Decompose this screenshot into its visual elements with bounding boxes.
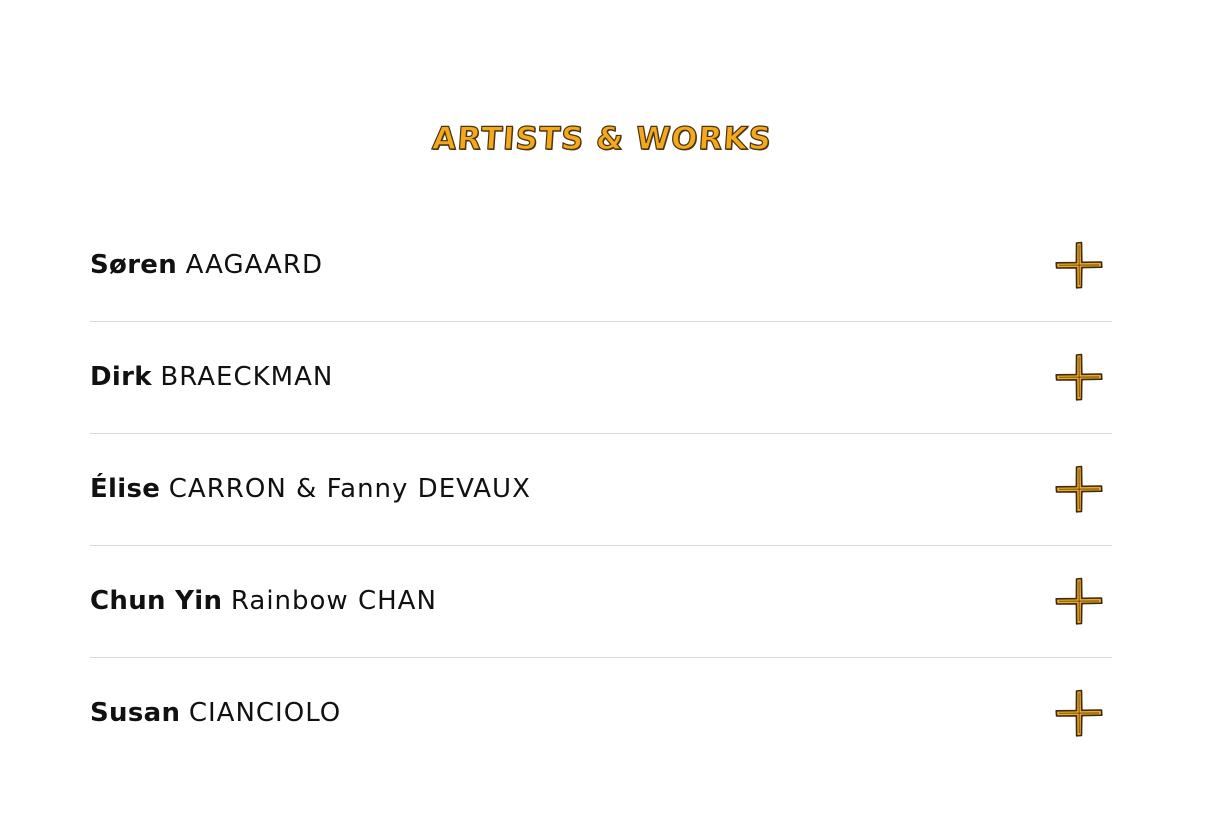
artist-accordion-item[interactable]: Susan CIANCIOLO: [90, 658, 1112, 769]
page: ARTISTS & WORKS Søren AAGAARD Dirk BRAEC…: [0, 0, 1218, 834]
artist-last-name: CIANCIOLO: [188, 698, 342, 728]
artist-name: Élise CARRON & Fanny DEVAUX: [90, 474, 531, 504]
artist-name: Dirk BRAECKMAN: [90, 362, 333, 392]
plus-icon[interactable]: [1054, 352, 1104, 402]
artist-first-name: Søren: [90, 250, 178, 280]
plus-icon[interactable]: [1054, 464, 1104, 514]
artist-accordion-item[interactable]: Søren AAGAARD: [90, 210, 1112, 322]
artist-accordion-item[interactable]: Élise CARRON & Fanny DEVAUX: [90, 434, 1112, 546]
artist-accordion-item[interactable]: Chun Yin Rainbow CHAN: [90, 546, 1112, 658]
artist-last-name: AAGAARD: [185, 250, 324, 280]
artist-first-name: Dirk: [90, 362, 152, 392]
plus-icon[interactable]: [1054, 688, 1104, 738]
plus-icon[interactable]: [1054, 576, 1104, 626]
artist-name: Chun Yin Rainbow CHAN: [90, 586, 437, 616]
artist-accordion-item[interactable]: Dirk BRAECKMAN: [90, 322, 1112, 434]
artist-name: Susan CIANCIOLO: [90, 698, 341, 728]
plus-icon[interactable]: [1054, 240, 1104, 290]
artist-last-name: BRAECKMAN: [160, 362, 334, 392]
artist-first-name: Susan: [90, 698, 181, 728]
artist-last-name: Rainbow CHAN: [230, 586, 437, 616]
artist-first-name: Élise: [90, 474, 161, 504]
artist-last-name: CARRON & Fanny DEVAUX: [168, 474, 531, 504]
section-title: ARTISTS & WORKS: [430, 120, 773, 157]
artist-first-name: Chun Yin: [90, 586, 223, 616]
artist-name: Søren AAGAARD: [90, 250, 323, 280]
artist-accordion-list: Søren AAGAARD Dirk BRAECKMAN Élise CARRO…: [90, 210, 1112, 769]
